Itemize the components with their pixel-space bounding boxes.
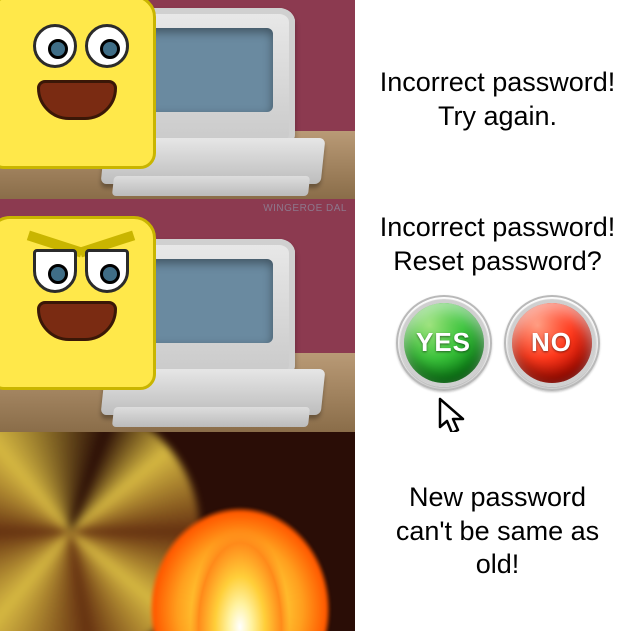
panel-3-caption: New password can't be same as old! [355,432,640,631]
spongebob-worried-icon [0,0,156,169]
panel-1-line-2: Try again. [438,100,557,134]
yes-button-label: YES [416,326,471,359]
meme-grid: Incorrect password! Try again. WINGEROE … [0,0,640,631]
spongebob-angry-icon [0,216,156,390]
yes-button[interactable]: YES [400,299,488,387]
panel-2-caption: Incorrect password! Reset password? YES … [355,199,640,432]
panel-3-image [0,432,355,631]
panel-3-line-3: old! [476,548,520,582]
panel-2-line-1: Incorrect password! [380,211,616,245]
panel-1-caption: Incorrect password! Try again. [355,0,640,199]
panel-3-line-1: New password [409,481,586,515]
no-button-label: NO [531,326,572,359]
cursor-icon [436,397,470,433]
panel-3-line-2: can't be same as [396,515,599,549]
panel-2-image: WINGEROE DAL [0,199,355,432]
fire-icon-inner [150,432,330,631]
reset-buttons: YES NO [400,299,596,387]
panel-2-line-2: Reset password? [393,245,602,279]
watermark-text: WINGEROE DAL [263,203,347,214]
no-button[interactable]: NO [508,299,596,387]
panel-1-image [0,0,355,199]
panel-1-line-1: Incorrect password! [380,66,616,100]
